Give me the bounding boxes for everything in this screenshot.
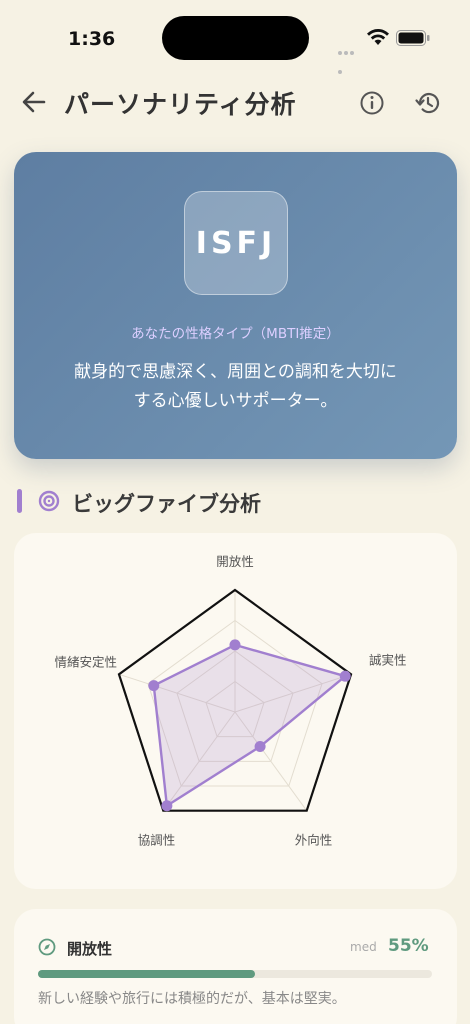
radar-point-2 <box>254 741 266 753</box>
radar-axis-label: 情緒安定性 <box>54 654 117 669</box>
trait-card-openness[interactable]: 開放性 med 55% 新しい経験や旅行には積極的だが、基本は堅実。 <box>14 909 457 1024</box>
back-arrow-icon[interactable] <box>20 88 48 116</box>
radar-point-4 <box>148 680 160 692</box>
compass-icon <box>38 938 56 956</box>
info-icon[interactable] <box>358 89 386 117</box>
battery-icon <box>396 30 430 46</box>
radar-point-3 <box>161 800 173 812</box>
radar-point-0 <box>229 639 241 651</box>
radar-chart: 開放性誠実性外向性 協調性 情緒安定性 <box>54 554 407 848</box>
mbti-description: 献身的で思慮深く、周囲との調和を大切に する心優しいサポーター。 <box>44 358 427 416</box>
dynamic-island <box>162 16 309 60</box>
radar-axis-label: 誠実性 <box>369 652 407 667</box>
radar-axis-label: 開放性 <box>216 554 254 569</box>
radar-point-1 <box>339 670 351 682</box>
mbti-description-line-2: する心優しいサポーター。 <box>133 391 338 411</box>
section-accent-bar <box>17 489 22 513</box>
trait-progress-fill <box>38 970 255 978</box>
mbti-card: ISFJ あなたの性格タイプ（MBTI推定） 献身的で思慮深く、周囲との調和を大… <box>14 152 457 459</box>
history-icon[interactable] <box>414 89 442 117</box>
target-icon <box>38 490 60 512</box>
radar-chart-card: 開放性誠実性外向性 協調性 情緒安定性 <box>14 533 457 889</box>
section-title: ビッグファイブ分析 <box>72 492 261 516</box>
mbti-description-line-1: 献身的で思慮深く、周囲との調和を大切に <box>74 362 397 382</box>
wifi-icon <box>367 29 389 45</box>
signal-icon <box>338 40 360 74</box>
trait-name: 開放性 <box>67 940 113 958</box>
trait-percent: 55% <box>388 936 429 956</box>
trait-level: med <box>350 940 377 954</box>
mbti-code-badge: ISFJ <box>184 191 288 295</box>
trait-progress-track <box>38 970 432 978</box>
page-title: パーソナリティ分析 <box>64 90 297 119</box>
trait-description: 新しい経験や旅行には積極的だが、基本は堅実。 <box>38 991 346 1007</box>
status-bar: 1:36 <box>0 0 470 74</box>
status-time: 1:36 <box>68 28 116 50</box>
mbti-caption: あなたの性格タイプ（MBTI推定） <box>131 326 340 342</box>
radar-axis-label: 協調性 <box>138 833 176 848</box>
radar-axis-label: 外向性 <box>295 833 333 848</box>
